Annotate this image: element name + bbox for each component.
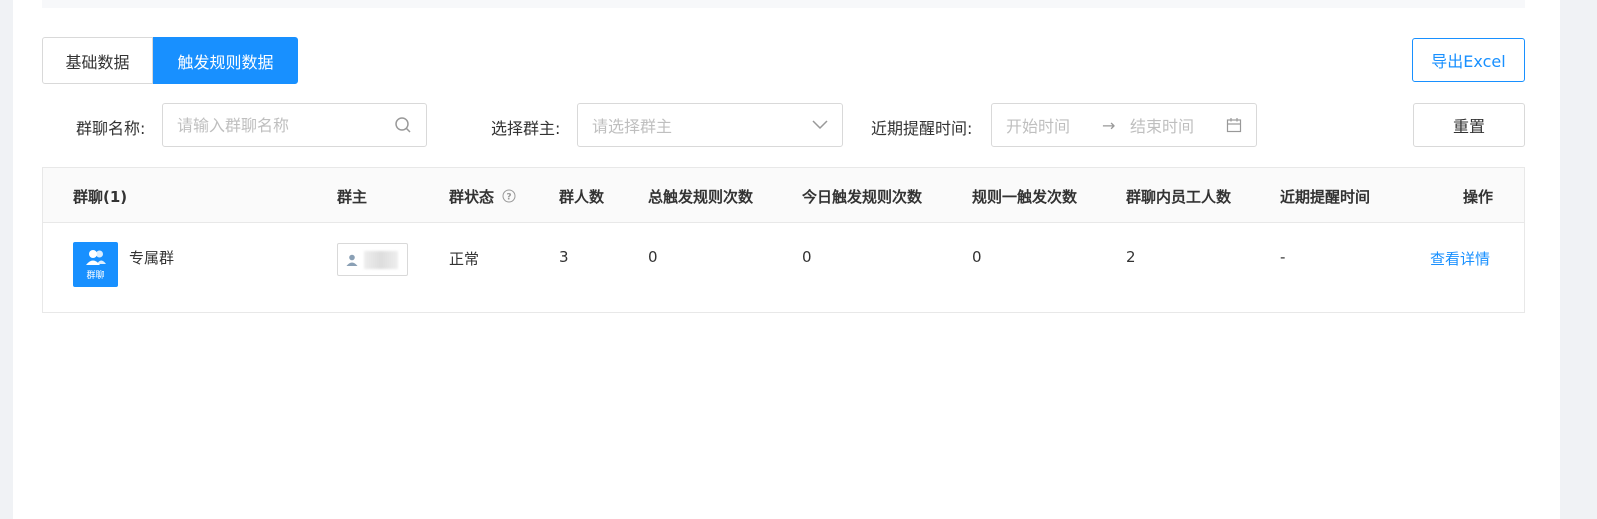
- header-status-label: 群状态: [449, 188, 495, 206]
- header-rule1-triggers: 规则一触发次数: [972, 188, 1078, 206]
- group-name: 专属群: [129, 249, 175, 267]
- owner-avatar-blurred: [364, 250, 398, 269]
- remind-time-label: 近期提醒时间:: [871, 119, 973, 138]
- member-count: 3: [559, 248, 569, 266]
- top-strip: [42, 0, 1525, 8]
- user-icon: [346, 254, 358, 266]
- owner-label: 选择群主:: [491, 119, 561, 138]
- view-details-link[interactable]: 查看详情: [1430, 248, 1490, 269]
- today-triggers: 0: [802, 248, 812, 266]
- end-date-input[interactable]: 结束时间: [1130, 113, 1226, 137]
- last-remind-time: -: [1280, 248, 1286, 266]
- group-users-icon: [85, 249, 107, 267]
- tab-basic-data[interactable]: 基础数据: [42, 37, 153, 84]
- export-excel-button[interactable]: 导出Excel: [1412, 38, 1525, 82]
- tab-trigger-rule-data[interactable]: 触发规则数据: [153, 37, 298, 84]
- header-members: 群人数: [559, 188, 605, 206]
- arrow-right-icon: →: [1102, 115, 1116, 135]
- staff-count: 2: [1126, 248, 1136, 266]
- owner-select[interactable]: 请选择群主: [577, 103, 843, 147]
- group-avatar-label: 群聊: [86, 270, 105, 281]
- help-icon[interactable]: ?: [502, 189, 516, 207]
- start-date-input[interactable]: 开始时间: [1006, 113, 1102, 137]
- header-staff-count: 群聊内员工人数: [1126, 188, 1232, 206]
- tab-group: 基础数据 触发规则数据: [42, 37, 298, 84]
- header-owner: 群主: [337, 188, 368, 206]
- svg-text:?: ?: [507, 192, 512, 202]
- table-header: 群聊(1) 群主 群状态 ? 群人数 总触发规则次数 今日触发规则次数 规则一触…: [43, 168, 1524, 223]
- date-range-picker[interactable]: 开始时间 → 结束时间: [991, 103, 1257, 147]
- reset-button[interactable]: 重置: [1413, 103, 1525, 147]
- header-today-triggers: 今日触发规则次数: [802, 188, 923, 206]
- group-status: 正常: [449, 250, 480, 268]
- group-name-label: 群聊名称:: [76, 119, 146, 138]
- rule1-triggers: 0: [972, 248, 982, 266]
- owner-select-placeholder: 请选择群主: [592, 117, 673, 136]
- search-icon[interactable]: [394, 116, 412, 134]
- header-group: 群聊(1): [73, 188, 128, 206]
- header-action: 操作: [1463, 188, 1494, 206]
- total-triggers: 0: [648, 248, 658, 266]
- header-status: 群状态 ?: [449, 186, 516, 207]
- data-table: 群聊(1) 群主 群状态 ? 群人数 总触发规则次数 今日触发规则次数 规则一触…: [42, 167, 1525, 313]
- group-name-input-wrapper: [162, 103, 427, 147]
- header-last-remind: 近期提醒时间: [1280, 188, 1371, 206]
- group-avatar: 群聊: [73, 242, 118, 287]
- header-total-triggers: 总触发规则次数: [648, 188, 754, 206]
- owner-chip: [337, 243, 408, 276]
- group-name-input[interactable]: [177, 115, 394, 135]
- chevron-down-icon: [812, 120, 828, 130]
- calendar-icon: [1226, 117, 1242, 133]
